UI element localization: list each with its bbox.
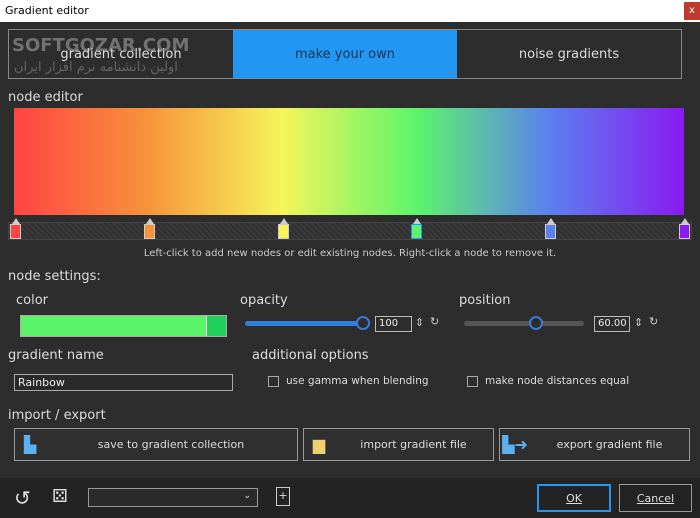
use-gamma-label: use gamma when blending: [286, 375, 429, 387]
position-slider[interactable]: [464, 316, 584, 330]
node-settings-label: node settings:: [8, 269, 101, 284]
equal-distances-checkbox[interactable]: [467, 376, 478, 387]
save-icon: ▙: [23, 435, 37, 454]
opacity-spinner-icon[interactable]: ⇕: [415, 316, 424, 329]
window-title: Gradient editor: [5, 4, 89, 17]
ok-button[interactable]: OK: [537, 484, 611, 512]
reset-icon[interactable]: ↺: [14, 486, 31, 510]
tab-noise-gradients[interactable]: noise gradients: [457, 30, 681, 78]
color-picker-button[interactable]: [206, 316, 226, 336]
additional-options-label: additional options: [252, 348, 369, 363]
import-label: import gradient file: [360, 438, 467, 451]
folder-icon: ▆: [312, 435, 326, 454]
gradient-preview[interactable]: [14, 108, 684, 215]
close-button[interactable]: x: [684, 2, 700, 20]
use-gamma-checkbox[interactable]: [268, 376, 279, 387]
opacity-slider[interactable]: [245, 316, 370, 330]
import-gradient-button[interactable]: ▆ import gradient file: [303, 428, 494, 461]
position-spinner-icon[interactable]: ⇕: [634, 316, 643, 329]
save-label: save to gradient collection: [97, 438, 245, 451]
gradient-node[interactable]: [411, 218, 423, 239]
position-label: position: [459, 293, 511, 308]
node-editor-hint: Left-click to add new nodes or edit exis…: [143, 248, 557, 259]
position-slider-thumb[interactable]: [529, 316, 543, 330]
import-export-label: import / export: [8, 408, 106, 423]
tab-make-your-own[interactable]: make your own: [233, 30, 457, 78]
color-swatch[interactable]: [20, 315, 227, 337]
gradient-node[interactable]: [143, 218, 155, 239]
export-icon: ▙➜: [502, 435, 528, 454]
new-file-icon[interactable]: +: [276, 487, 290, 506]
gradient-node[interactable]: [545, 218, 557, 239]
opacity-reset-icon[interactable]: ↻: [430, 315, 439, 328]
gradient-node[interactable]: [679, 218, 690, 239]
cancel-button[interactable]: Cancel: [619, 484, 692, 512]
gradient-name-label: gradient name: [8, 348, 104, 363]
gradient-node[interactable]: [277, 218, 289, 239]
equal-distances-label: make node distances equal: [485, 375, 630, 387]
save-to-collection-button[interactable]: ▙ save to gradient collection: [14, 428, 298, 461]
export-gradient-button[interactable]: ▙➜ export gradient file: [499, 428, 690, 461]
position-input[interactable]: 60.00: [594, 316, 630, 332]
gradient-name-input[interactable]: Rainbow: [14, 374, 233, 391]
dice-icon[interactable]: ⚄: [52, 486, 68, 507]
chevron-down-icon: ⌄: [243, 491, 251, 501]
node-editor-label: node editor: [8, 90, 83, 105]
watermark: SOFTGOZAR.COM: [12, 35, 190, 56]
title-bar: Gradient editor: [0, 0, 700, 22]
position-reset-icon[interactable]: ↻: [649, 315, 658, 328]
preset-dropdown[interactable]: ⌄: [88, 488, 258, 507]
export-label: export gradient file: [556, 438, 663, 451]
opacity-input[interactable]: 100: [375, 316, 412, 332]
color-label: color: [16, 293, 49, 308]
watermark-subtext: اولین دانشنامه نرم افزار ایران: [14, 60, 178, 75]
gradient-node[interactable]: [10, 218, 21, 239]
opacity-slider-thumb[interactable]: [356, 316, 370, 330]
node-strip[interactable]: [8, 218, 692, 240]
opacity-label: opacity: [240, 293, 288, 308]
